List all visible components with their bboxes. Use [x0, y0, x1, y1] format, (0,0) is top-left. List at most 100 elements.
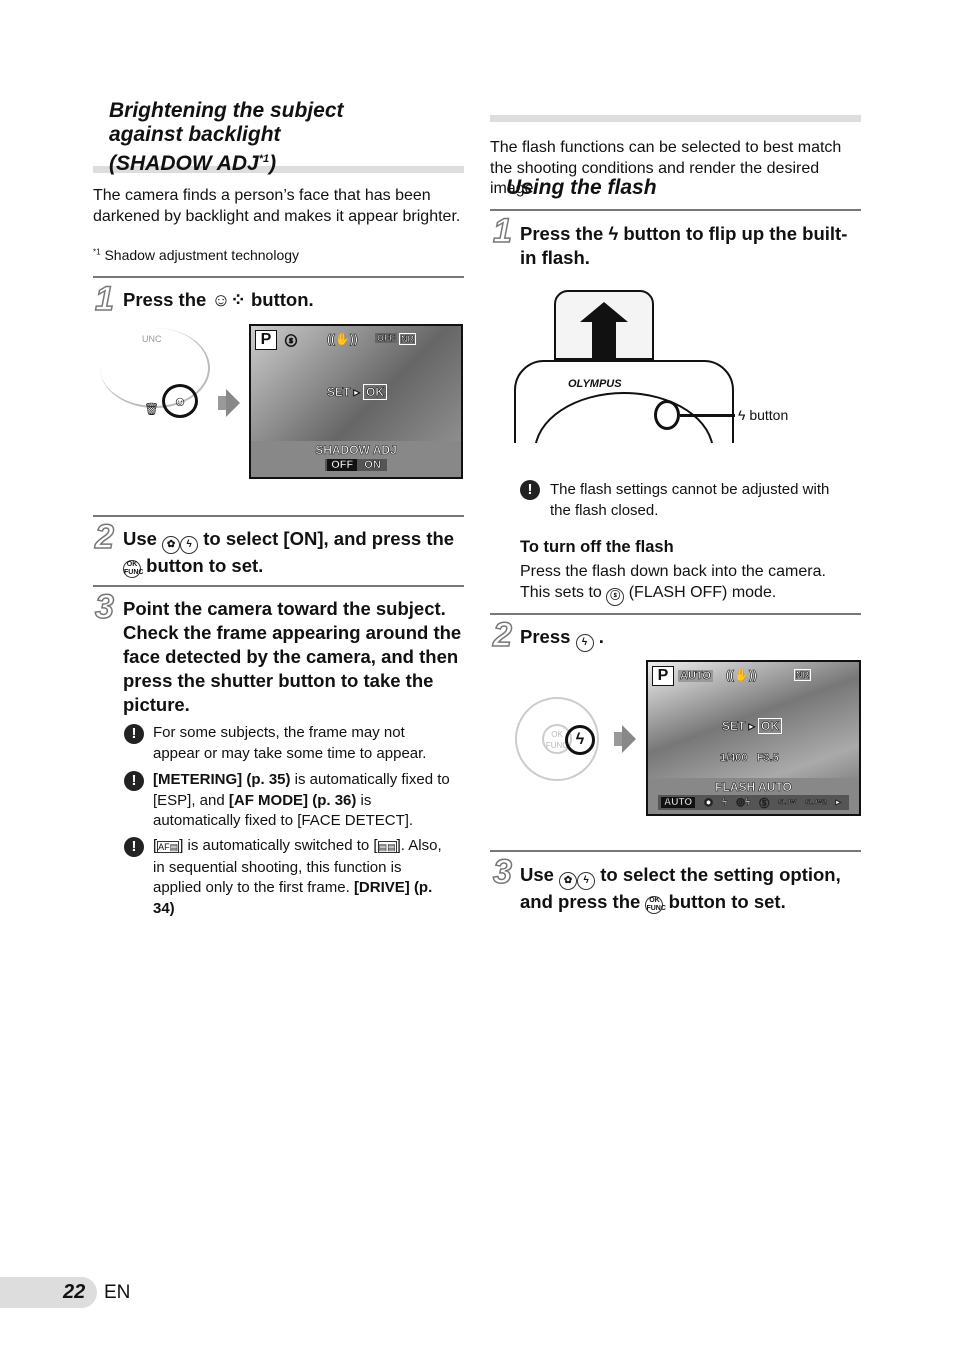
step-number: 2	[492, 616, 512, 654]
note-text: ] is automatically switched to [	[179, 837, 378, 854]
step-1-text: Press the ☺⁘ button.	[123, 288, 314, 312]
option-slow2: SLOW2	[805, 799, 827, 806]
flash-off-icon: ⓢ	[606, 587, 625, 606]
stabilizer-icon: ((✋))	[726, 668, 758, 683]
sequential-icon: ▤▤	[377, 841, 397, 853]
divider	[93, 276, 464, 278]
macro-left-icon: ✿	[162, 536, 181, 554]
arrow-icon	[614, 732, 622, 746]
note-bold: [METERING] (p. 35)	[153, 771, 291, 788]
option-on: ON	[364, 459, 381, 472]
af-sequential-icon: AF▤	[157, 841, 180, 853]
camera-dial-illustration: UNC ☺ 🗑	[100, 328, 210, 423]
flash-right-icon: ϟ	[577, 872, 596, 890]
divider	[490, 209, 861, 211]
section-heading-flash: Using the flash	[506, 176, 657, 199]
callout-line	[680, 414, 735, 417]
flash-button-callout: ϟ button	[738, 407, 788, 423]
option-fill-in: ϟ	[721, 797, 728, 809]
arrow-icon	[226, 389, 240, 417]
shadow-adj-button-icon: ☺	[162, 384, 198, 418]
caution-icon: !	[124, 724, 144, 744]
flash-right-icon: ϟ	[180, 536, 199, 554]
heading-line: Brightening the subject	[109, 99, 344, 122]
text-line: Press the flash down back into the camer…	[520, 563, 826, 580]
step-text: .	[598, 626, 604, 647]
note: [METERING] (p. 35) is automatically fixe…	[153, 770, 453, 832]
divider	[490, 613, 861, 615]
macro-left-icon: ✿	[559, 872, 578, 890]
page-number: 22	[63, 1281, 86, 1303]
heading-line: against backlight	[109, 123, 281, 146]
step-2-text: Press ϟ .	[520, 625, 604, 652]
turnoff-text: Press the flash down back into the camer…	[520, 562, 860, 606]
step-1-text: Press the ϟ button to flip up the built-…	[520, 222, 850, 270]
divider	[93, 515, 464, 517]
nr-indicator: NR	[794, 669, 811, 681]
language-label: EN	[104, 1282, 131, 1303]
note-bold: [AF MODE] (p. 36)	[228, 791, 357, 809]
step-3-text: Use ✿ ϟ to select the setting option, and…	[520, 863, 865, 914]
caution-icon: !	[124, 771, 144, 791]
step-text: Use	[123, 528, 157, 549]
step-number: 3	[492, 853, 512, 891]
step-text: button to set.	[668, 891, 786, 912]
footnote: *1 Shadow adjustment technology	[93, 247, 299, 263]
step-3-text: Point the camera toward the subject. Che…	[123, 598, 462, 715]
footnote-mark: *1	[93, 247, 101, 257]
set-label: SET	[722, 719, 746, 734]
text: (FLASH OFF) mode.	[628, 583, 777, 601]
func-label: UNC	[142, 334, 162, 344]
step-text: Press	[520, 626, 571, 647]
step-number: 2	[94, 518, 114, 556]
ok-func-icon: OK FUNC	[123, 560, 144, 578]
option-more: ▸	[835, 797, 841, 809]
step-text: button to set.	[146, 555, 264, 576]
step-text: Press the	[520, 223, 604, 244]
ok-func-icon: OK FUNC	[645, 896, 666, 914]
caution-icon: !	[520, 480, 540, 500]
flash-icon: ϟ	[608, 223, 619, 244]
heading-close: )	[269, 152, 277, 175]
option-redeye: ◉	[704, 797, 713, 809]
off-indicator: OFF	[375, 333, 397, 343]
step-text: Press the	[123, 289, 207, 310]
heading-line: (SHADOW ADJ	[109, 152, 259, 175]
flash-right-icon: ϟ	[575, 634, 594, 652]
note: [AF▤] is automatically switched to [▤▤].…	[153, 836, 453, 919]
ok-label: OK	[363, 384, 388, 400]
step-number: 1	[492, 212, 512, 250]
text: This sets to	[520, 583, 602, 601]
trash-icon: 🗑	[144, 402, 160, 416]
brand-logo: OLYMPUS	[568, 378, 622, 390]
footnote-text: Shadow adjustment technology	[104, 247, 300, 263]
divider	[93, 585, 464, 587]
lcd-menu-bar: FLASH AUTO AUTO ◉ ϟ ◎ϟ Ⓢ SLOW SLOW2 ▸	[648, 778, 859, 814]
lcd-menu-bar: SHADOW ADJ OFF ON	[251, 441, 461, 477]
option-redeye-fill: ◎ϟ	[736, 797, 751, 809]
aperture: F3.5	[756, 752, 779, 765]
note: For some subjects, the frame may not app…	[153, 724, 427, 762]
flash-icon: ϟ	[738, 407, 746, 423]
option-flash-off: Ⓢ	[759, 799, 770, 811]
step-number: 3	[94, 588, 114, 626]
step-text: button.	[250, 289, 314, 310]
mode-indicator: P	[652, 666, 674, 686]
set-label: SET	[327, 385, 351, 400]
caution-icon: !	[124, 837, 144, 857]
arrow-icon	[218, 396, 226, 410]
step-text: to select [ON], and press the	[203, 528, 455, 549]
camera-flash-illustration: OLYMPUS	[514, 288, 734, 443]
menu-title: FLASH AUTO	[715, 780, 792, 795]
flash-mode-indicator: AUTO	[678, 670, 713, 682]
flash-icon: ⓢ	[285, 334, 298, 349]
menu-title: SHADOW ADJ	[315, 443, 397, 458]
lcd-screen-flash: P AUTO ((✋)) NR SET ▸ OK 1/400 F3.5 FLAS…	[646, 660, 861, 816]
arrow-icon	[622, 725, 636, 753]
stabilizer-icon: ((✋))	[327, 332, 359, 347]
lcd-screen-shadow-adj: P ⓢ ((✋)) OFF NR SET ▸ OK SHADOW ADJ OFF…	[249, 324, 463, 479]
step-2-text: Use ✿ ϟ to select [ON], and press the OK …	[123, 527, 463, 578]
intro-text: The camera finds a person’s face that ha…	[93, 187, 461, 225]
option-flash-auto: AUTO	[661, 797, 696, 808]
ok-label: OK	[758, 718, 783, 734]
